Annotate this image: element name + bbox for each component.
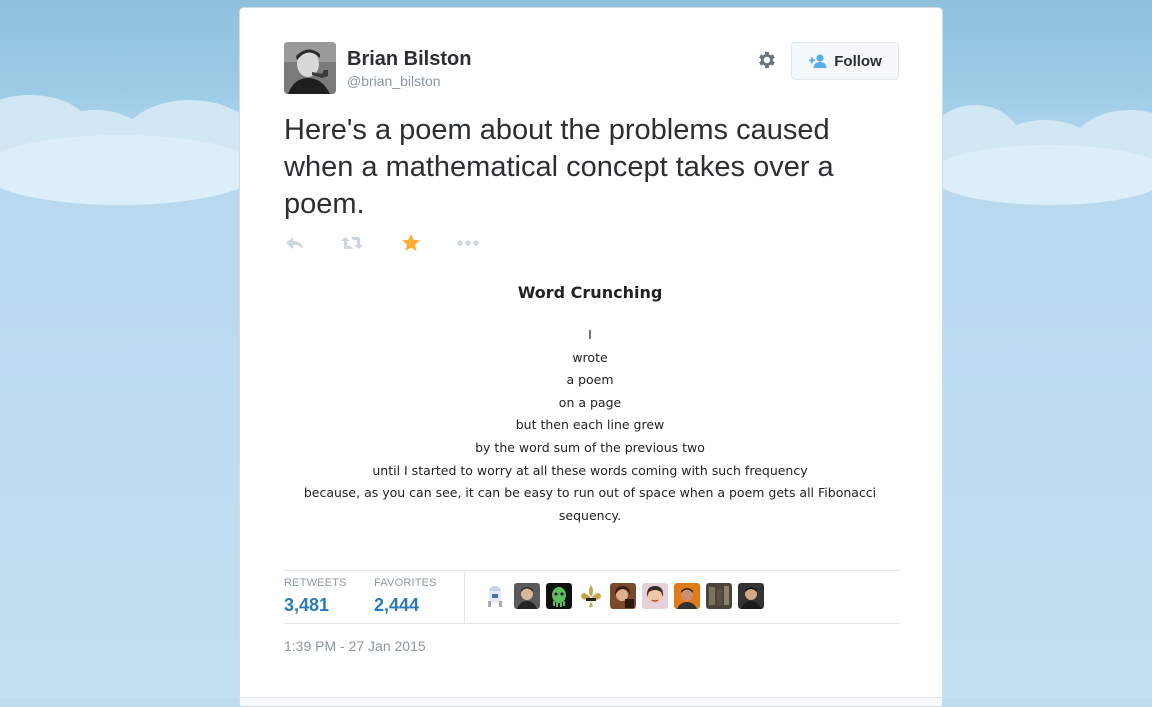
poem-line: until I started to worry at all these wo… — [372, 462, 808, 478]
poem-image[interactable]: Word Crunching I wrote a poem on a page … — [284, 283, 896, 527]
tweet-text: Here's a poem about the problems caused … — [284, 114, 834, 220]
author-avatar[interactable] — [284, 42, 336, 94]
retweets-count: 3,481 — [284, 595, 330, 615]
retweet-icon[interactable] — [340, 233, 364, 253]
poem-title: Word Crunching — [517, 283, 663, 302]
add-user-icon — [809, 54, 827, 68]
retweets-stat[interactable]: RETWEETS 3,481 — [284, 577, 347, 616]
poem-line: on a page — [558, 394, 622, 410]
favorites-stat[interactable]: FAVORITES 2,444 — [374, 577, 437, 616]
favorite-star-icon[interactable] — [400, 233, 422, 253]
author-handle[interactable]: @brian_bilston — [347, 73, 441, 89]
tweet-timestamp[interactable]: 1:39 PM - 27 Jan 2015 — [284, 638, 426, 654]
poem-line: because, as you can see, it can be easy … — [303, 485, 877, 523]
more-icon[interactable] — [456, 233, 480, 253]
woman-avatar[interactable] — [610, 583, 636, 609]
tweet-stats: RETWEETS 3,481 FAVORITES 2,444 — [284, 570, 900, 624]
follow-button[interactable]: Follow — [791, 42, 899, 80]
man-avatar[interactable] — [514, 583, 540, 609]
fleur-de-lis-avatar[interactable] — [578, 583, 604, 609]
gear-icon[interactable] — [755, 49, 779, 71]
poem-line: I — [588, 327, 592, 342]
poem-line: but then each line grew — [515, 417, 665, 433]
favorites-label: FAVORITES — [374, 577, 437, 589]
favorites-count: 2,444 — [374, 595, 420, 615]
retweets-label: RETWEETS — [284, 577, 347, 589]
follow-label: Follow — [834, 52, 882, 70]
stats-divider — [464, 571, 465, 623]
tweet-card: Brian Bilston @brian_bilston Follow Here… — [239, 7, 943, 707]
card-footer — [240, 697, 942, 706]
poem-line: by the word sum of the previous two — [475, 439, 705, 455]
poem-line: wrote — [572, 349, 608, 365]
r2d2-avatar[interactable] — [482, 583, 508, 609]
group-avatar[interactable] — [706, 583, 732, 609]
woman-smiling-avatar[interactable] — [642, 583, 668, 609]
author-display-name[interactable]: Brian Bilston — [347, 48, 471, 71]
green-alien-avatar[interactable] — [546, 583, 572, 609]
reply-icon[interactable] — [284, 233, 306, 253]
profile-photo-icon — [284, 42, 336, 94]
man-dark-avatar[interactable] — [738, 583, 764, 609]
man-orange-avatar[interactable] — [674, 583, 700, 609]
poem-line: a poem — [566, 372, 614, 388]
